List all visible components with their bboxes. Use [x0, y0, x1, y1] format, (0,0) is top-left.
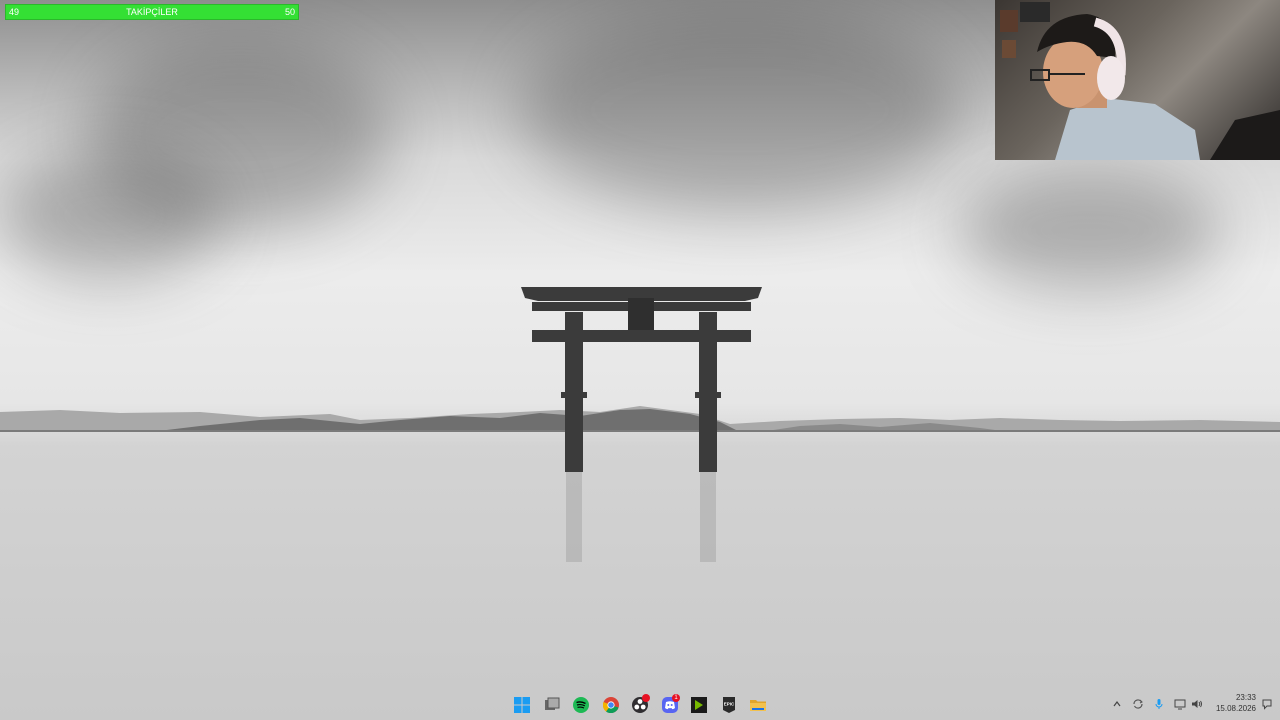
task-view-button[interactable] — [541, 694, 563, 716]
discord-button[interactable]: 1 — [659, 694, 681, 716]
follower-goal-bar: 49 TAKİPÇİLER 50 — [5, 4, 299, 20]
torii-reflection — [566, 472, 582, 562]
start-button[interactable] — [511, 694, 533, 716]
taskbar-clock[interactable]: 23:33 15.08.2026 — [1208, 692, 1256, 716]
torii-gate — [521, 287, 762, 472]
nvidia-icon — [691, 697, 707, 713]
epic-games-icon: EPIC — [723, 697, 735, 713]
volume-icon — [1192, 700, 1202, 708]
obs-recording-badge — [642, 694, 650, 702]
network-icon — [1174, 699, 1186, 710]
chrome-button[interactable] — [600, 694, 622, 716]
goal-title: TAKİPÇİLER — [126, 7, 178, 17]
spotify-icon — [573, 697, 589, 713]
windows-logo-icon — [514, 697, 530, 713]
file-explorer-button[interactable] — [747, 694, 769, 716]
goal-target-count: 50 — [284, 7, 295, 17]
chevron-up-icon — [1113, 701, 1121, 707]
epic-games-button[interactable]: EPIC — [718, 694, 740, 716]
webcam-overlay — [995, 0, 1280, 160]
tray-volume-button[interactable] — [1190, 697, 1204, 711]
taskbar: 1 EPIC — [0, 690, 1280, 720]
discord-badge: 1 — [672, 694, 680, 702]
torii-reflection — [700, 472, 716, 562]
chrome-icon — [603, 697, 619, 713]
tray-microphone-button[interactable] — [1152, 697, 1166, 711]
nvidia-button[interactable] — [688, 694, 710, 716]
clock-date: 15.08.2026 — [1215, 704, 1256, 713]
clock-time: 23:33 — [1235, 693, 1256, 702]
folder-icon — [750, 700, 766, 711]
notification-icon — [1262, 699, 1272, 710]
desktop[interactable]: 49 TAKİPÇİLER 50 1 EPIC 23:33 15.08.2026 — [0, 0, 1280, 720]
sync-icon — [1133, 699, 1143, 709]
spotify-button[interactable] — [570, 694, 592, 716]
tray-network-button[interactable] — [1173, 697, 1187, 711]
obs-button[interactable] — [629, 694, 651, 716]
epic-label: EPIC — [724, 702, 735, 707]
microphone-icon — [1155, 699, 1163, 709]
tray-overflow-button[interactable] — [1110, 697, 1124, 711]
notification-button[interactable] — [1260, 697, 1274, 711]
task-view-icon — [545, 697, 560, 710]
tray-sync-button[interactable] — [1131, 697, 1145, 711]
